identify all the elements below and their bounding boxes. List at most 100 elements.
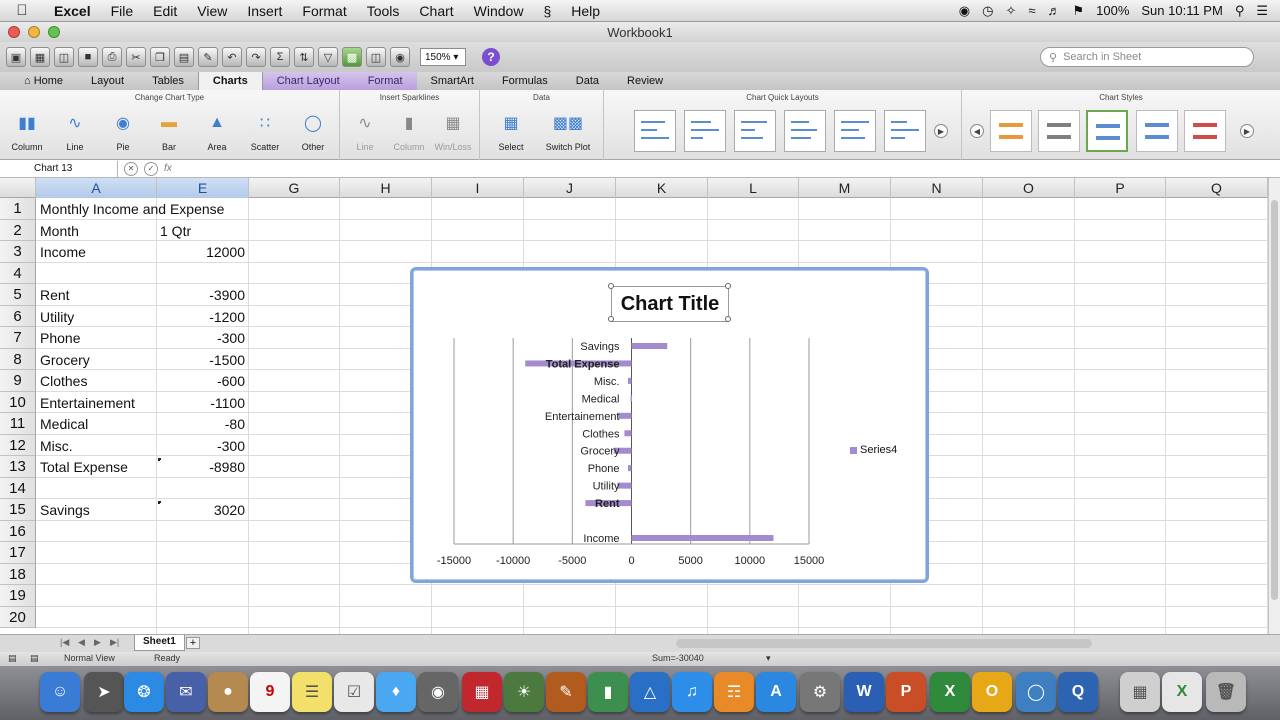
menu-window[interactable]: Window — [464, 3, 534, 19]
row-header-12[interactable]: 12 — [0, 434, 36, 456]
row-header-7[interactable]: 7 — [0, 327, 36, 349]
filter-icon[interactable]: ▽ — [318, 47, 338, 67]
cell-a10[interactable]: Entertainement — [40, 392, 135, 413]
template-gallery-icon[interactable]: ▦ — [30, 47, 50, 67]
sum-dropdown-icon[interactable]: ▾ — [766, 653, 771, 664]
pie-chart-button[interactable]: ◉ Pie — [100, 108, 146, 152]
mail-icon[interactable]: ✉ — [166, 672, 206, 712]
zoom-select[interactable]: 150% ▾ — [420, 48, 466, 66]
cell-e12[interactable]: -300 — [157, 435, 245, 456]
cell-a2[interactable]: Month — [40, 220, 79, 241]
record-icon[interactable]: ◉ — [959, 3, 970, 19]
quick-layouts-next-icon[interactable]: ▶ — [934, 124, 948, 138]
facetime-icon[interactable]: ◉ — [418, 672, 458, 712]
chart-object[interactable]: Chart Title -15000 -10000 -5000 0 5000 10000 1… — [410, 267, 929, 583]
cell-e11[interactable]: -80 — [157, 413, 245, 434]
clock[interactable]: Sun 10:11 PM — [1141, 3, 1222, 18]
system-preferences-icon[interactable]: ⚙ — [800, 672, 840, 712]
excel-icon[interactable]: X — [930, 672, 970, 712]
row-header-9[interactable]: 9 — [0, 370, 36, 392]
cell-a13[interactable]: Total Expense — [40, 456, 128, 477]
cell-a3[interactable]: Income — [40, 241, 86, 262]
tab-formulas[interactable]: Formulas — [488, 72, 562, 90]
sparkline-column-button[interactable]: ▮ Column — [386, 108, 432, 152]
cell-a11[interactable]: Medical — [40, 413, 88, 434]
chart-style-1[interactable] — [990, 110, 1032, 152]
chart-style-4[interactable] — [1136, 110, 1178, 152]
row-header-13[interactable]: 13 — [0, 456, 36, 478]
copy-icon[interactable]: ❐ — [150, 47, 170, 67]
launchpad-icon[interactable]: ➤ — [84, 672, 124, 712]
cell-e5[interactable]: -3900 — [157, 284, 245, 305]
menu-edit[interactable]: Edit — [143, 3, 187, 19]
confirm-formula-icon[interactable]: ✓ — [144, 161, 158, 176]
notification-center-icon[interactable]: ☰ — [1256, 3, 1268, 19]
menu-help[interactable]: Help — [561, 3, 610, 19]
menu-tools[interactable]: Tools — [357, 3, 410, 19]
itunes-icon[interactable]: ♫ — [672, 672, 712, 712]
row-header-15[interactable]: 15 — [0, 499, 36, 521]
column-header-m[interactable]: M — [799, 178, 891, 198]
quick-layout-4[interactable] — [784, 110, 826, 152]
ibooks-icon[interactable]: ☶ — [714, 672, 754, 712]
cell-a5[interactable]: Rent — [40, 284, 70, 305]
cancel-formula-icon[interactable]: ✕ — [124, 161, 138, 176]
wifi-icon[interactable]: ≈ — [1028, 3, 1035, 18]
tab-tables[interactable]: Tables — [138, 72, 198, 90]
cut-icon[interactable]: ✂ — [126, 47, 146, 67]
app-store-icon[interactable]: A — [756, 672, 796, 712]
row-header-8[interactable]: 8 — [0, 348, 36, 370]
page-layout-view-icon[interactable]: ▤ — [30, 653, 39, 664]
column-header-q[interactable]: Q — [1166, 178, 1268, 198]
save-icon[interactable]: ■ — [78, 47, 98, 67]
chart-style-5[interactable] — [1184, 110, 1226, 152]
scatter-chart-button[interactable]: ∷ Scatter — [242, 108, 288, 152]
bluetooth-icon[interactable]: ✧ — [1005, 3, 1016, 19]
sparkline-winloss-button[interactable]: ▦ Win/Loss — [430, 108, 476, 152]
select-data-button[interactable]: ▦ Select — [488, 108, 534, 152]
cell-e13[interactable]: -8980 — [157, 456, 245, 477]
chart-styles-prev-icon[interactable]: ◀ — [970, 124, 984, 138]
menu-excel[interactable]: Excel — [44, 3, 101, 19]
column-header-k[interactable]: K — [616, 178, 708, 198]
keynote-icon[interactable]: △ — [630, 672, 670, 712]
open-icon[interactable]: ◫ — [54, 47, 74, 67]
redo-icon[interactable]: ↷ — [246, 47, 266, 67]
pages-icon[interactable]: ✎ — [546, 672, 586, 712]
tab-review[interactable]: Review — [613, 72, 677, 90]
sparkline-line-button[interactable]: ∿ Line — [342, 108, 388, 152]
cell-e10[interactable]: -1100 — [157, 392, 245, 413]
column-header-e[interactable]: E — [157, 178, 249, 198]
cell-a1[interactable]: Monthly Income and Expense — [40, 198, 224, 219]
sheet-tab-sheet1[interactable]: Sheet1 — [134, 635, 185, 651]
quicktime-icon[interactable]: Q — [1058, 672, 1098, 712]
error-indicator-e15[interactable] — [158, 501, 161, 504]
row-header-20[interactable]: 20 — [0, 606, 36, 628]
cell-a7[interactable]: Phone — [40, 327, 80, 348]
menu-view[interactable]: View — [187, 3, 237, 19]
time-machine-icon[interactable]: ◷ — [982, 3, 993, 19]
iphoto-icon[interactable]: ☀ — [504, 672, 544, 712]
toolbox-icon[interactable]: ◫ — [366, 47, 386, 67]
other-chart-button[interactable]: ◯ Other — [290, 108, 336, 152]
cell-a8[interactable]: Grocery — [40, 349, 90, 370]
chart-styles-next-icon[interactable]: ▶ — [1240, 124, 1254, 138]
row-header-2[interactable]: 2 — [0, 219, 36, 241]
switch-plot-button[interactable]: ▩▩ Switch Plot — [540, 108, 596, 152]
finder-icon[interactable]: ☺ — [40, 672, 80, 712]
column-header-l[interactable]: L — [708, 178, 799, 198]
row-header-1[interactable]: 1 — [0, 198, 36, 220]
script-icon[interactable]: § — [533, 3, 561, 19]
menu-format[interactable]: Format — [292, 3, 356, 19]
gallery-toggle-icon[interactable]: ▩ — [342, 47, 362, 67]
autosum-icon[interactable]: Σ — [270, 47, 290, 67]
add-sheet-button[interactable]: + — [186, 637, 200, 649]
name-box[interactable]: Chart 13 — [0, 160, 118, 177]
last-sheet-icon[interactable]: ▶| — [110, 637, 119, 651]
column-header-i[interactable]: I — [432, 178, 524, 198]
row-header-18[interactable]: 18 — [0, 563, 36, 585]
undo-icon[interactable]: ↶ — [222, 47, 242, 67]
cell-e15[interactable]: 3020 — [157, 499, 245, 520]
tab-chart-layout[interactable]: Chart Layout — [262, 72, 354, 90]
vertical-scroll-thumb[interactable] — [1271, 200, 1278, 600]
